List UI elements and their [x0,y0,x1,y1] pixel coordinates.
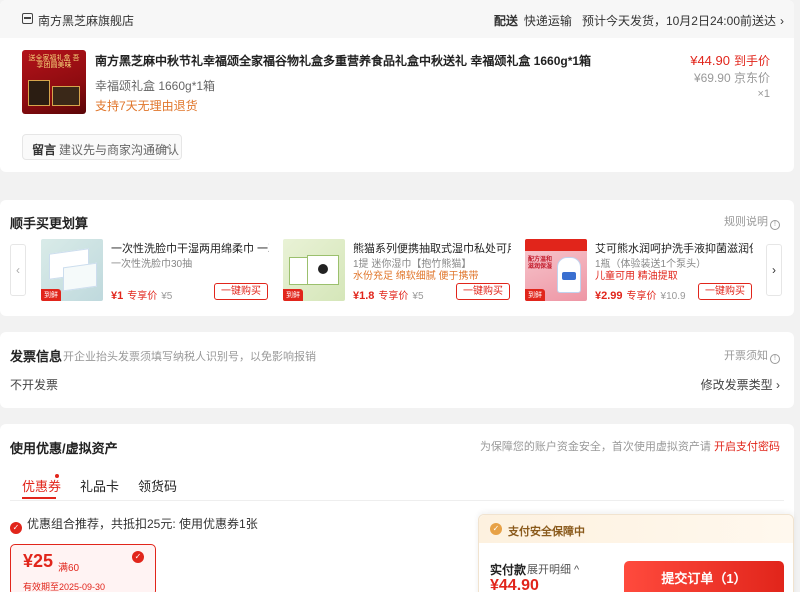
addon-item-sub: 一次性洗脸巾30抽 [111,259,193,270]
shipping-info[interactable]: 配送 快递运输 预计今天发货，10月2日24:00前送达 › [494,12,784,29]
addon-image-text: 配方温和 滋润保湿 [528,257,553,270]
store-icon [22,13,33,24]
info-icon: ! [770,354,780,364]
message-label: 留言 [32,143,57,157]
shield-icon: ✓ [490,523,502,535]
new-dot [55,474,59,478]
addon-item-image[interactable]: 到鲜 [283,239,345,301]
product-quantity: ×1 [757,88,770,100]
buy-now-button[interactable]: 一键购买 [456,283,510,300]
coupon-title: 使用优惠/虚拟资产 [10,441,118,456]
invoice-notice-link[interactable]: 开票须知! [724,347,780,364]
payment-panel: ✓ 支付安全保障中 实付款 展开明细 ^ ¥44.90 提交订单（1） [478,514,794,592]
return-policy: 支持7天无理由退货 [95,99,198,113]
invoice-section: 发票信息 开企业抬头发票须填写纳税人识别号，以免影响报销 开票须知! 不开发票 … [0,332,794,408]
check-icon: ✓ [132,551,144,563]
buy-now-button[interactable]: 一键购买 [698,283,752,300]
edit-invoice-type-link[interactable]: 修改发票类型 › [701,376,780,393]
addon-item-title[interactable]: 熊猫系列便携抽取式湿巾私处可用 [353,240,511,256]
store-name[interactable]: 南方黑芝麻旗舰店 [38,12,134,29]
shipping-label: 配送 [493,14,518,28]
shipping-eta: 预计今天发货，10月2日24:00前送达 [581,14,776,28]
addon-item-price: ¥1.8 专享价 ¥5 [353,290,424,302]
addon-item[interactable]: 配方温和 滋润保湿 到鲜 艾可熊水润呵护洗手液抑菌滋润保 1瓶（体验装送1个泵头… [525,239,755,303]
coupon-amount: ¥25 [23,551,54,571]
carousel-prev-button[interactable]: ‹ [10,244,26,296]
addon-badge: 到鲜 [525,289,545,301]
product-title[interactable]: 南方黑芝麻中秋节礼幸福颂全家福谷物礼盒多重营养食品礼盒中秋送礼 幸福颂礼盒 16… [95,52,591,69]
product-spec: 幸福颂礼盒 1660g*1箱 [95,79,216,93]
addon-item-title[interactable]: 一次性洗脸巾干湿两用绵柔巾 一次 [111,240,269,256]
payment-label: 实付款 [490,563,527,577]
payment-security-text: 支付安全保障中 [508,526,585,538]
message-placeholder: 建议先与商家沟通确认 [59,143,180,157]
payment-security-bar: ✓ 支付安全保障中 [479,515,793,543]
addon-badge: 到鲜 [41,289,61,301]
tab-redeem-code[interactable]: 领货码 [138,476,177,495]
message-dropdown[interactable]: 留言 建议先与商家沟通确认 ⌄ [22,134,182,160]
tab-gift-card[interactable]: 礼品卡 [80,476,119,495]
product-price-block: ¥44.90 到手价 ¥69.90 京东价 [690,52,770,85]
expand-details-link[interactable]: 展开明细 ^ [527,561,579,577]
check-icon: ✓ [10,522,22,534]
addon-item[interactable]: 到鲜 一次性洗脸巾干湿两用绵柔巾 一次 一次性洗脸巾30抽 ¥1 专享价 ¥5 一键… [41,239,271,303]
chevron-right-icon: › [780,14,784,28]
coupon-valid-date: 有效期至2025-09-30 [23,582,106,592]
addon-item-title[interactable]: 艾可熊水润呵护洗手液抑菌滋润保 [595,240,753,256]
carousel-next-button[interactable]: › [766,244,782,296]
addon-item-tag: 水份充足 绵软细腻 便于携带 [353,271,479,282]
rules-link[interactable]: 规则说明! [724,213,780,230]
coupon-combo[interactable]: ✓ 优惠组合推荐，共抵扣25元: 使用优惠券1张 [10,515,258,534]
product-orig-price: ¥69.90 [693,71,731,85]
product-image[interactable]: 送全家福礼盒 吾享团圆美味 [22,50,86,114]
addon-item-tag: 儿童可用 精油提取 [595,271,678,282]
info-icon: ! [770,220,780,230]
chevron-right-icon: › [776,378,780,392]
addon-item-price: ¥1 专享价 ¥5 [111,290,173,302]
buy-now-button[interactable]: 一键购买 [214,283,268,300]
store-order-card: 南方黑芝麻旗舰店 配送 快递运输 预计今天发货，10月2日24:00前送达 › 送全… [0,0,794,172]
payment-amount: ¥44.90 [490,577,539,592]
coupon-condition: 满60 [58,563,80,574]
tab-underline [22,497,56,499]
invoice-hint: 开企业抬头发票须填写纳税人识别号，以免影响报销 [63,351,316,363]
addon-item-image[interactable]: 到鲜 [41,239,103,301]
addon-section: 顺手买更划算 规则说明! ‹ › 到鲜 一次性洗脸巾干湿两用绵柔巾 一次 一次性… [0,200,794,316]
store-header: 南方黑芝麻旗舰店 配送 快递运输 预计今天发货，10月2日24:00前送达 › [0,0,794,38]
product-orig-label: 京东价 [733,71,770,85]
addon-item-price: ¥2.99 专享价 ¥10.9 [595,290,686,302]
shipping-method: 快递运输 [523,14,572,28]
security-hint: 为保障您的账户资金安全，首次使用虚拟资产请 开启支付密码 [479,441,780,453]
addon-item-image[interactable]: 配方温和 滋润保湿 到鲜 [525,239,587,301]
product-price-label: 到手价 [733,54,770,68]
enable-pay-password-link[interactable]: 开启支付密码 [714,441,780,453]
invoice-title: 发票信息 [10,349,63,364]
product-image-text: 送全家福礼盒 吾享团圆美味 [28,55,80,69]
addon-badge: 到鲜 [283,289,303,301]
coupon-tile[interactable]: ¥25 满60 有效期至2025-09-30 ✓ [10,544,156,592]
submit-order-button[interactable]: 提交订单（1） [624,561,784,592]
addon-item[interactable]: 到鲜 熊猫系列便携抽取式湿巾私处可用 1提 迷你湿巾【抱竹熊猫】 水份充足 绵软… [283,239,513,303]
invoice-type: 不开发票 [10,378,59,392]
tab-coupons[interactable]: 优惠券 [22,476,61,495]
chevron-down-icon: ⌄ [162,140,171,151]
product-price: ¥44.90 [690,53,730,68]
addon-title: 顺手买更划算 [10,216,89,231]
